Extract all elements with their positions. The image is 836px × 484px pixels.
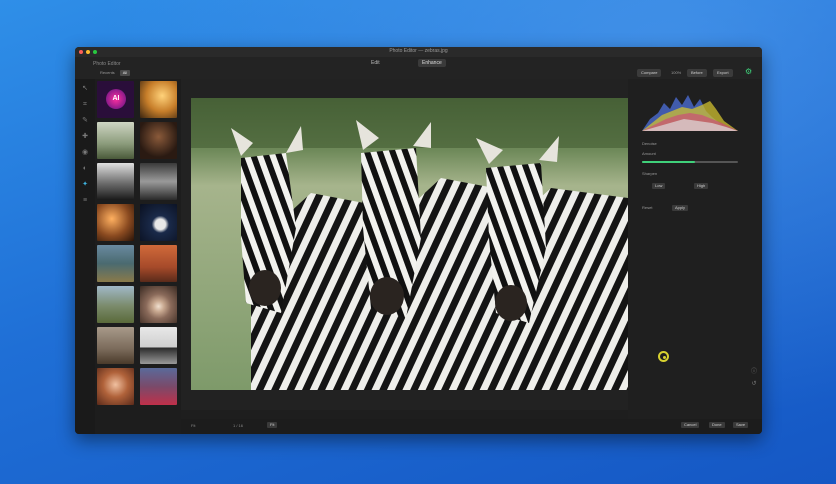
sharpen-label: Sharpen [642, 171, 658, 176]
thumbnail-bw-car[interactable] [97, 163, 134, 200]
thumbnail-portrait-dark[interactable] [140, 122, 177, 159]
thumbnail-red-rock[interactable] [140, 245, 177, 282]
apply-button[interactable]: Apply [672, 205, 689, 211]
tab-all[interactable]: All [119, 70, 131, 76]
top-toolbar: Photo Editor Edit Enhance Compare 100% B… [75, 57, 762, 80]
reset-label: Reset [642, 205, 653, 210]
zoom-fit-label[interactable]: Fit [191, 423, 195, 428]
ai-logo: AI [106, 89, 126, 109]
mode-label: Edit [371, 60, 380, 66]
thumbnail-red-dress[interactable] [140, 368, 177, 405]
cancel-button[interactable]: Cancel [681, 422, 700, 428]
heal-icon[interactable]: ✚ [79, 133, 91, 141]
fit-button[interactable]: Fit [267, 422, 278, 428]
before-button[interactable]: Before [687, 69, 707, 77]
history-icon[interactable]: ↺ [750, 381, 758, 387]
app-name: Photo Editor [93, 61, 121, 67]
filmstrip-tabs: Recents All [97, 70, 131, 76]
mode-low-button[interactable]: Low [652, 183, 666, 189]
app-window: Photo Editor — zebras.jpg Photo Editor E… [75, 47, 762, 434]
thumbnail-astronaut[interactable] [140, 204, 177, 241]
tab-recents[interactable]: Recents [97, 70, 118, 76]
select-icon[interactable]: ↖ [79, 85, 91, 93]
gear-icon[interactable]: ⚙ [745, 67, 752, 76]
window-title: Photo Editor — zebras.jpg [389, 48, 448, 54]
thumbnail-bw-landscape[interactable] [140, 163, 177, 200]
thumbnail-redhead[interactable] [97, 368, 134, 405]
layers-icon[interactable]: ≡ [79, 197, 91, 205]
title-bar: Photo Editor — zebras.jpg [75, 47, 762, 57]
bottom-bar: Fit 1 / 16 Fit Cancel Done Save [181, 419, 762, 434]
thumbnail-horse[interactable] [140, 327, 177, 364]
done-button[interactable]: Done [709, 422, 725, 428]
filmstrip: AI [95, 79, 181, 434]
image-viewer[interactable] [181, 79, 628, 410]
tool-strip: ↖ ⌗ ✎ ✚ ◉ ◐ ✦ ≡ [75, 79, 95, 434]
zoom-readout: 100% [671, 70, 682, 75]
thumbnail-field-person[interactable] [97, 286, 134, 323]
mask-icon[interactable]: ◐ [79, 165, 91, 173]
amount-label: Amount [642, 151, 656, 156]
thumbnail-orange-portrait[interactable] [97, 204, 134, 241]
info-icon[interactable]: ⓘ [750, 369, 758, 375]
section-label: Denoise [642, 141, 657, 146]
cursor-dot [663, 356, 666, 359]
enhance-button[interactable]: Enhance [418, 59, 446, 67]
crop-icon[interactable]: ⌗ [79, 101, 91, 109]
thumbnail-mushroom[interactable] [140, 286, 177, 323]
thumbnail-ai-logo[interactable]: AI [97, 81, 134, 118]
export-button[interactable]: Export [713, 69, 733, 77]
adjustments-panel: Denoise Amount Sharpen Low High Apply Re… [628, 79, 762, 419]
histogram [642, 89, 738, 131]
save-button[interactable]: Save [733, 422, 749, 428]
main-photo [191, 98, 628, 390]
thumbnail-ruins[interactable] [97, 122, 134, 159]
thumbnail-dog[interactable] [97, 327, 134, 364]
adjust-icon[interactable]: ✦ [79, 181, 91, 189]
page-indicator: 1 / 16 [233, 423, 244, 428]
thumbnail-sunset[interactable] [140, 81, 177, 118]
amount-slider-fill [642, 161, 695, 163]
eye-icon[interactable]: ◉ [79, 149, 91, 157]
amount-slider[interactable] [642, 161, 738, 163]
mode-high-button[interactable]: High [694, 183, 709, 189]
compare-button[interactable]: Compare [637, 69, 662, 77]
ai-logo-background: AI [97, 81, 134, 118]
brush-icon[interactable]: ✎ [79, 117, 91, 125]
thumbnail-tree-field[interactable] [97, 245, 134, 282]
mouse-cursor [658, 351, 669, 362]
